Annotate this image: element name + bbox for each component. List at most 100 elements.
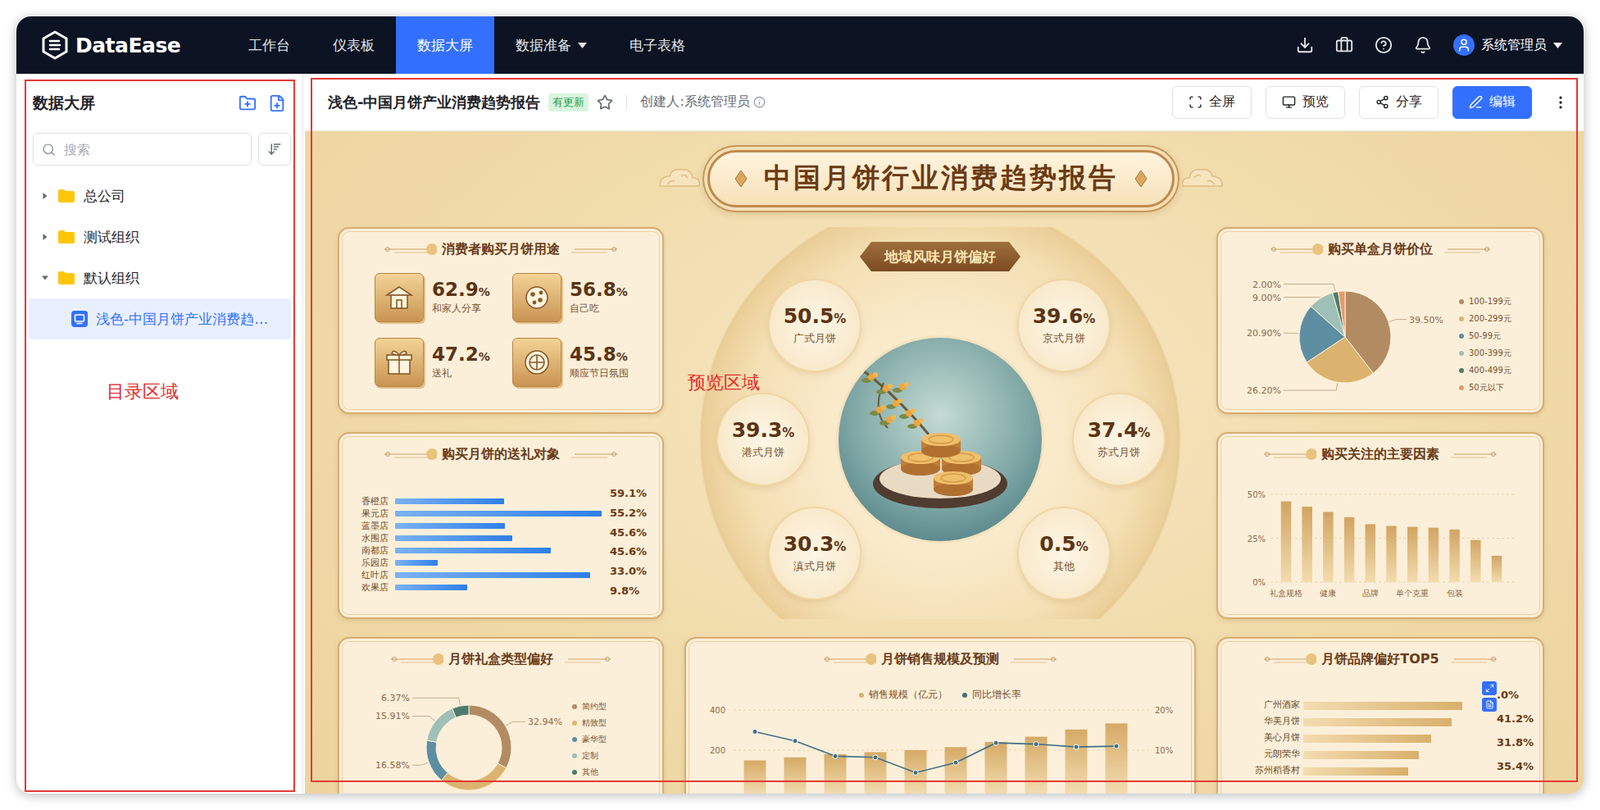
tree-folder[interactable]: 默认组织 xyxy=(28,257,291,299)
line-point xyxy=(953,759,959,765)
header-button[interactable]: 分享 xyxy=(1359,86,1439,119)
folder-icon xyxy=(57,188,76,204)
axis-tick: 20% xyxy=(1154,705,1173,715)
chart-legend: 简约型精致型豪华型定制其他 xyxy=(572,700,607,778)
card-title: 消费者购买月饼用途 xyxy=(441,240,560,259)
new-folder-icon[interactable] xyxy=(238,94,257,113)
usage-item: 56.8%自己吃 xyxy=(512,272,651,323)
card-header: 月饼品牌偏好TOP5 xyxy=(1229,645,1532,673)
nav-item[interactable]: 电子表格 xyxy=(608,16,707,74)
caret-right-icon[interactable] xyxy=(40,191,50,200)
bar-label: 欢果店 xyxy=(350,581,389,594)
tree-folder[interactable]: 测试组织 xyxy=(28,216,291,258)
chart-bar xyxy=(395,510,602,517)
cloud-ornament-icon xyxy=(1179,164,1226,193)
bar-label: 南都店 xyxy=(350,544,389,557)
sidebar: 数据大屏总公司测试组织默认组织浅色-中国月饼产业消费趋… 目录区域 xyxy=(16,73,304,794)
chart-slice xyxy=(452,704,469,718)
region-diagram: 50.5%广式月饼39.6%京式月饼39.3%港式月饼37.4%苏式月饼30.3… xyxy=(684,271,1196,619)
annotation-frame xyxy=(24,79,296,792)
card-header: 消费者购买月饼用途 xyxy=(350,235,651,264)
dropdown-caret-icon xyxy=(577,42,587,49)
more-icon xyxy=(1552,94,1569,111)
chart-bar xyxy=(1303,718,1452,727)
annotation-label: 预览区域 xyxy=(687,370,760,396)
chart-bar xyxy=(1281,501,1292,582)
chart-slice xyxy=(468,704,512,769)
folder-icon xyxy=(57,270,76,286)
gift-box-donut-chart: 32.94%16.58%15.91%6.37% xyxy=(350,672,573,794)
brands-card: 月饼品牌偏好TOP5广州酒家华美月饼美心月饼元朗荣华苏州稻香村.0%41.2%3… xyxy=(1216,636,1545,794)
chart-slice xyxy=(426,740,448,781)
bar-reading: 31.8% xyxy=(1496,736,1532,749)
factor-bar-chart: 50%25%0%礼盒规格健康品牌单个克重包装 xyxy=(1229,468,1532,608)
header-button[interactable]: 预览 xyxy=(1265,86,1346,119)
bar-label: 果元店 xyxy=(350,507,389,520)
header-button[interactable]: 编辑 xyxy=(1452,86,1532,119)
briefcase-icon[interactable] xyxy=(1335,36,1354,55)
legend-item: 300-399元 xyxy=(1459,347,1512,360)
search-input[interactable] xyxy=(62,140,243,159)
bar-label: 元朗荣华 xyxy=(1229,747,1300,760)
nav-item[interactable]: 工作台 xyxy=(227,16,312,74)
annotation-label: 目录区域 xyxy=(106,379,179,405)
sort-button[interactable] xyxy=(258,132,291,166)
region-stat: 39.3%港式月饼 xyxy=(718,394,809,485)
nav-item[interactable]: 数据准备 xyxy=(494,16,609,74)
chart-bar xyxy=(1449,529,1460,582)
legend-item: 定制 xyxy=(572,750,607,762)
nav-menu: 工作台仪表板数据大屏数据准备电子表格 xyxy=(227,16,707,74)
chart-bar xyxy=(1428,527,1440,582)
bar-reading: 33.0% xyxy=(609,564,651,578)
nav-item[interactable]: 仪表板 xyxy=(311,16,396,74)
pagoda-icon xyxy=(383,281,415,314)
caret-down-icon[interactable] xyxy=(40,273,50,282)
regional-preference: 地域风味月饼偏好50.5%广式月饼39.6%京式月饼39.3%港式月饼37.4%… xyxy=(684,227,1196,619)
usage-item: 47.2%送礼 xyxy=(374,337,513,387)
bar-track xyxy=(1303,750,1491,757)
gift-box-card: 月饼礼盒类型偏好32.94%16.58%15.91%6.37%简约型精致型豪华型… xyxy=(337,636,664,794)
header-actions: 全屏预览分享编辑 xyxy=(1172,86,1573,119)
enlarge-button[interactable] xyxy=(1481,681,1497,696)
slice-label: 20.90% xyxy=(1246,327,1299,339)
legend-item: 50-99元 xyxy=(1459,330,1512,342)
chart-bar xyxy=(1407,527,1419,582)
tree-folder[interactable]: 总公司 xyxy=(28,175,291,217)
avatar xyxy=(1453,34,1475,56)
svg-text:50%: 50% xyxy=(1247,490,1266,500)
diamond-ornament-icon xyxy=(1134,169,1148,188)
details-button[interactable] xyxy=(1481,697,1497,712)
chart-bar xyxy=(1303,750,1419,760)
logo-text: DataEase xyxy=(75,33,181,58)
user-menu[interactable]: 系统管理员 xyxy=(1453,34,1563,56)
tree-item[interactable]: 浅色-中国月饼产业消费趋… xyxy=(28,298,291,340)
dashboard-banner: 中国月饼行业消费趋势报告 xyxy=(337,147,1545,210)
bell-icon[interactable] xyxy=(1413,36,1432,55)
line-point xyxy=(1113,743,1119,749)
download-icon[interactable] xyxy=(1295,36,1314,55)
bar-track xyxy=(1303,734,1491,741)
help-icon[interactable] xyxy=(1374,36,1393,55)
bar-label: 蓝墨店 xyxy=(350,519,389,532)
bar-reading: 45.6% xyxy=(609,526,651,539)
growth-line xyxy=(754,731,1117,773)
chart-bar xyxy=(1303,734,1432,743)
sidebar-title: 数据大屏 xyxy=(32,92,96,114)
usage-item: 62.9%和家人分享 xyxy=(374,272,513,323)
chart-bar xyxy=(1322,511,1334,582)
line-point xyxy=(1073,744,1079,750)
logo[interactable]: DataEase xyxy=(16,30,228,60)
caret-right-icon[interactable] xyxy=(40,232,50,241)
star-icon[interactable] xyxy=(596,94,614,111)
more-button[interactable] xyxy=(1549,90,1573,114)
nav-item[interactable]: 数据大屏 xyxy=(395,16,495,74)
svg-text:200: 200 xyxy=(709,745,726,755)
bar-track xyxy=(1303,718,1491,724)
axis-tick: 50% xyxy=(1247,490,1517,500)
new-file-icon[interactable] xyxy=(268,94,287,113)
title-ornament-icon xyxy=(1004,652,1057,666)
user-icon xyxy=(1456,37,1472,53)
info-icon xyxy=(753,95,766,109)
header-button[interactable]: 全屏 xyxy=(1172,86,1252,119)
search-field[interactable] xyxy=(32,132,252,166)
